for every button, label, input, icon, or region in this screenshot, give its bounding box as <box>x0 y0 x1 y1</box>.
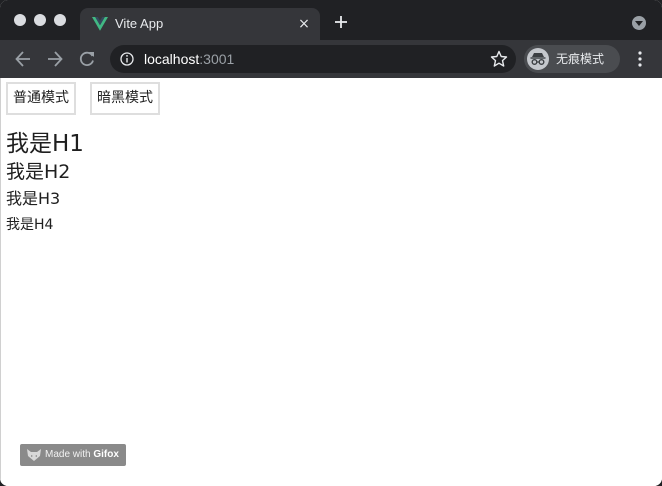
reload-icon[interactable] <box>77 49 97 69</box>
tab-close-icon[interactable]: × <box>295 15 313 33</box>
star-icon[interactable] <box>490 50 508 68</box>
normal-mode-button[interactable]: 普通模式 <box>6 82 76 115</box>
window-close-dot[interactable] <box>14 14 26 26</box>
heading-h4: 我是H4 <box>6 217 54 233</box>
gifox-brand: Gifox <box>93 449 119 460</box>
gifox-watermark: Made with Gifox <box>20 444 126 466</box>
browser-tab[interactable]: Vite App × <box>80 8 320 40</box>
gifox-prefix: Made with <box>45 449 94 460</box>
plus-icon[interactable] <box>331 12 351 32</box>
arrow-left-icon[interactable] <box>13 49 33 69</box>
arrow-right-icon[interactable] <box>45 49 65 69</box>
dark-mode-button[interactable]: 暗黑模式 <box>90 82 160 115</box>
incognito-icon <box>527 48 549 70</box>
incognito-glyph-icon <box>530 53 546 65</box>
gifox-fox-icon <box>27 449 41 461</box>
kebab-menu-icon[interactable] <box>632 50 648 68</box>
incognito-badge[interactable]: 无痕模式 <box>524 45 620 73</box>
info-icon[interactable] <box>120 52 134 66</box>
page-viewport: 普通模式 暗黑模式 我是H1 我是H2 我是H3 我是H4 Made with … <box>0 78 662 486</box>
address-bar[interactable]: localhost:3001 <box>110 45 516 73</box>
window-zoom-dot[interactable] <box>54 14 66 26</box>
chevron-down-circle-icon[interactable] <box>632 16 646 30</box>
browser-window: Vite App × localhost:3001 无痕模式 普通模式 暗黑模式… <box>0 0 662 486</box>
incognito-label: 无痕模式 <box>556 52 605 66</box>
url-text: localhost:3001 <box>144 51 234 67</box>
tab-title: Vite App <box>115 16 164 31</box>
browser-toolbar: localhost:3001 无痕模式 <box>0 40 662 78</box>
heading-h1: 我是H1 <box>6 131 84 157</box>
heading-h2: 我是H2 <box>6 161 71 183</box>
url-host: localhost <box>144 51 200 67</box>
vue-logo-icon <box>92 17 108 31</box>
url-port: :3001 <box>199 51 235 67</box>
tab-strip: Vite App × <box>0 0 662 40</box>
heading-h3: 我是H3 <box>6 189 61 208</box>
window-minimize-dot[interactable] <box>34 14 46 26</box>
gifox-label: Made with Gifox <box>45 448 119 462</box>
